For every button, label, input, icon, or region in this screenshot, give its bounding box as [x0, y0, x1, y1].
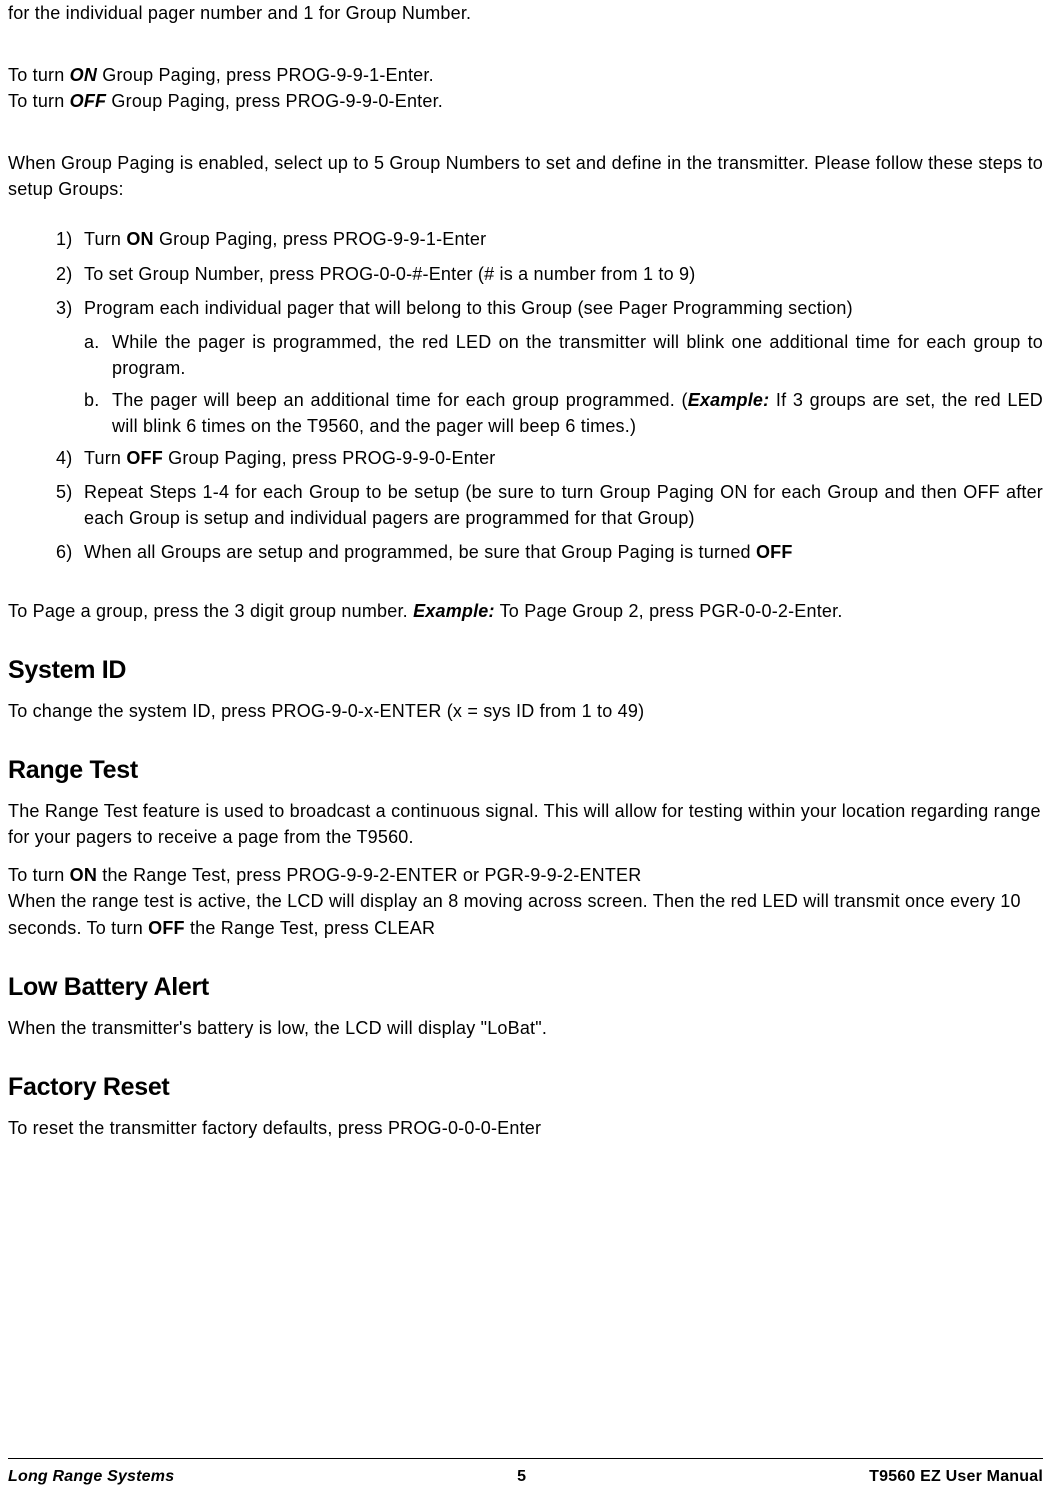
turn-off-line: To turn OFF Group Paging, press PROG-9-9… — [8, 88, 1043, 114]
step-num: 5) — [56, 479, 84, 531]
footer-page-number: 5 — [517, 1465, 526, 1488]
step-num: 6) — [56, 539, 84, 565]
low-battery-heading: Low Battery Alert — [8, 969, 1043, 1005]
text: Group Paging, press PROG-9-9-0-Enter. — [106, 91, 443, 111]
page-group-line: To Page a group, press the 3 digit group… — [8, 598, 1043, 624]
step-text: To set Group Number, press PROG-0-0-#-En… — [84, 261, 1043, 287]
substeps: a. While the pager is programmed, the re… — [84, 329, 1043, 439]
text: the Range Test, press PROG-9-9-2-ENTER o… — [97, 865, 641, 885]
bold: ON — [126, 229, 153, 249]
text: Group Paging, press PROG-9-9-1-Enter. — [97, 65, 434, 85]
substep-b: b. The pager will beep an additional tim… — [84, 387, 1043, 439]
footer-manual-title: T9560 EZ User Manual — [869, 1465, 1043, 1488]
range-test-heading: Range Test — [8, 752, 1043, 788]
text: Turn — [84, 229, 126, 249]
step-text: Turn ON Group Paging, press PROG-9-9-1-E… — [84, 226, 1043, 252]
step-num: 4) — [56, 445, 84, 471]
low-battery-body: When the transmitter's battery is low, t… — [8, 1015, 1043, 1041]
page-content: for the individual pager number and 1 fo… — [8, 0, 1043, 1141]
footer-company: Long Range Systems — [8, 1465, 174, 1488]
sub-text: While the pager is programmed, the red L… — [112, 329, 1043, 381]
system-id-body: To change the system ID, press PROG-9-0-… — [8, 698, 1043, 724]
step-6: 6) When all Groups are setup and program… — [56, 539, 1043, 565]
enabled-paragraph: When Group Paging is enabled, select up … — [8, 150, 1043, 202]
on-bold: ON — [70, 65, 97, 85]
step-2: 2) To set Group Number, press PROG-0-0-#… — [56, 261, 1043, 287]
text: Group Paging, press PROG-9-9-1-Enter — [154, 229, 487, 249]
bold: ON — [70, 865, 97, 885]
bold: OFF — [126, 448, 163, 468]
off-bold: OFF — [70, 91, 107, 111]
step-5: 5) Repeat Steps 1-4 for each Group to be… — [56, 479, 1043, 531]
step-text: Repeat Steps 1-4 for each Group to be se… — [84, 479, 1043, 531]
text: To turn — [8, 865, 70, 885]
step-4: 4) Turn OFF Group Paging, press PROG-9-9… — [56, 445, 1043, 471]
turn-on-line: To turn ON Group Paging, press PROG-9-9-… — [8, 62, 1043, 88]
example-label: Example: — [413, 601, 495, 621]
step-text: When all Groups are setup and programmed… — [84, 539, 1043, 565]
bold: OFF — [756, 542, 793, 562]
sub-num: a. — [84, 329, 112, 381]
text: To turn — [8, 91, 70, 111]
step-1: 1) Turn ON Group Paging, press PROG-9-9-… — [56, 226, 1043, 252]
step-3: 3) Program each individual pager that wi… — [56, 295, 1043, 321]
range-test-p2: To turn ON the Range Test, press PROG-9-… — [8, 862, 1043, 888]
step-num: 1) — [56, 226, 84, 252]
substep-a: a. While the pager is programmed, the re… — [84, 329, 1043, 381]
example-label: Example: — [688, 390, 770, 410]
text: To Page a group, press the 3 digit group… — [8, 601, 413, 621]
step-num: 3) — [56, 295, 84, 321]
steps-list: 1) Turn ON Group Paging, press PROG-9-9-… — [56, 226, 1043, 565]
page-footer: Long Range Systems 5 T9560 EZ User Manua… — [8, 1458, 1043, 1488]
intro-fragment: for the individual pager number and 1 fo… — [8, 0, 1043, 26]
step-text: Turn OFF Group Paging, press PROG-9-9-0-… — [84, 445, 1043, 471]
text: When all Groups are setup and programmed… — [84, 542, 756, 562]
text: Group Paging, press PROG-9-9-0-Enter — [163, 448, 496, 468]
sub-num: b. — [84, 387, 112, 439]
step-text: Program each individual pager that will … — [84, 295, 1043, 321]
sub-text: The pager will beep an additional time f… — [112, 387, 1043, 439]
system-id-heading: System ID — [8, 652, 1043, 688]
step-num: 2) — [56, 261, 84, 287]
factory-reset-heading: Factory Reset — [8, 1069, 1043, 1105]
text: the Range Test, press CLEAR — [185, 918, 435, 938]
text: To turn — [8, 65, 70, 85]
text: The pager will beep an additional time f… — [112, 390, 688, 410]
range-test-p1: The Range Test feature is used to broadc… — [8, 798, 1043, 850]
range-test-p3: When the range test is active, the LCD w… — [8, 888, 1043, 940]
text: To Page Group 2, press PGR-0-0-2-Enter. — [495, 601, 843, 621]
text: Turn — [84, 448, 126, 468]
factory-reset-body: To reset the transmitter factory default… — [8, 1115, 1043, 1141]
bold: OFF — [148, 918, 185, 938]
